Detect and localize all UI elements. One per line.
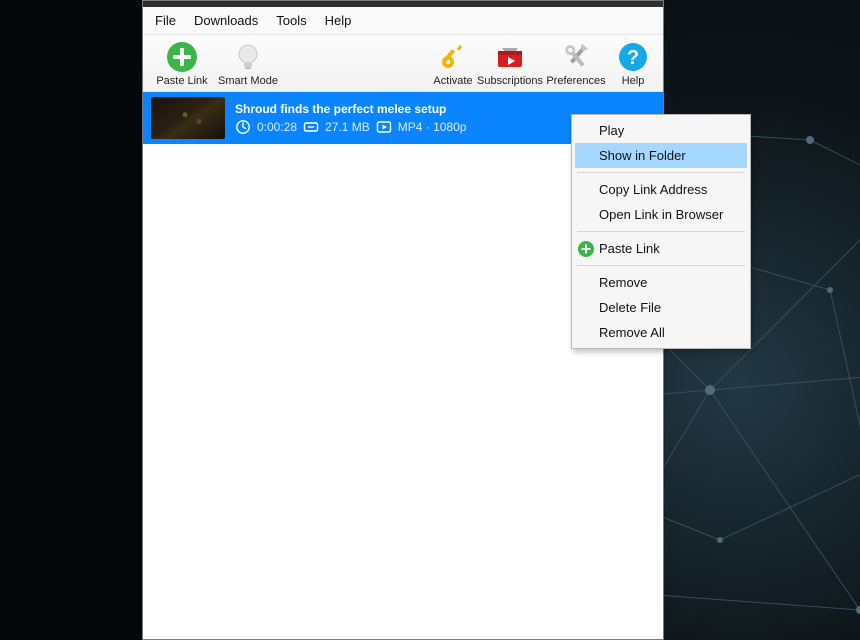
menu-tools[interactable]: Tools [274, 11, 308, 30]
preferences-button[interactable]: Preferences [543, 39, 609, 89]
lightbulb-icon [232, 41, 264, 73]
subscriptions-label: Subscriptions [477, 75, 543, 87]
ctx-remove[interactable]: Remove [575, 270, 747, 295]
activate-label: Activate [433, 75, 472, 87]
ctx-separator [577, 265, 745, 266]
ctx-open-link-in-browser[interactable]: Open Link in Browser [575, 202, 747, 227]
help-label: Help [622, 75, 645, 87]
help-icon: ? [617, 41, 649, 73]
subscriptions-button[interactable]: Subscriptions [477, 39, 543, 89]
paste-link-button[interactable]: Paste Link [149, 39, 215, 89]
ctx-paste-link[interactable]: Paste Link [575, 236, 747, 261]
ctx-separator [577, 172, 745, 173]
smart-mode-button[interactable]: Smart Mode [215, 39, 281, 89]
toolbar: Paste Link Smart Mode Activate Subscri [143, 35, 663, 92]
paste-link-label: Paste Link [156, 75, 207, 87]
filesize-icon [303, 119, 319, 135]
video-format-icon [376, 119, 392, 135]
menu-help[interactable]: Help [323, 11, 354, 30]
menu-downloads[interactable]: Downloads [192, 11, 260, 30]
plus-icon [578, 241, 594, 257]
ctx-delete-file[interactable]: Delete File [575, 295, 747, 320]
help-button[interactable]: ? Help [609, 39, 657, 89]
menu-file[interactable]: File [153, 11, 178, 30]
smart-mode-label: Smart Mode [218, 75, 278, 87]
plus-icon [166, 41, 198, 73]
preferences-label: Preferences [546, 75, 605, 87]
clock-icon [235, 119, 251, 135]
desktop-wallpaper: File Downloads Tools Help Paste Link Sma… [0, 0, 860, 640]
download-meta: Shroud finds the perfect melee setup 0:0… [235, 102, 466, 135]
ctx-separator [577, 231, 745, 232]
key-icon [437, 41, 469, 73]
ctx-show-in-folder[interactable]: Show in Folder [575, 143, 747, 168]
wrench-screwdriver-icon [560, 41, 592, 73]
ctx-copy-link-address[interactable]: Copy Link Address [575, 177, 747, 202]
ctx-remove-all[interactable]: Remove All [575, 320, 747, 345]
activate-button[interactable]: Activate [429, 39, 477, 89]
ctx-play[interactable]: Play [575, 118, 747, 143]
download-thumbnail [151, 97, 225, 139]
svg-text:?: ? [627, 47, 639, 69]
context-menu: Play Show in Folder Copy Link Address Op… [571, 114, 751, 349]
menubar: File Downloads Tools Help [143, 7, 663, 35]
download-title: Shroud finds the perfect melee setup [235, 102, 466, 116]
subscriptions-icon [494, 41, 526, 73]
download-format: MP4 · 1080p [398, 120, 467, 134]
download-duration: 0:00:28 [257, 120, 297, 134]
download-size: 27.1 MB [325, 120, 370, 134]
